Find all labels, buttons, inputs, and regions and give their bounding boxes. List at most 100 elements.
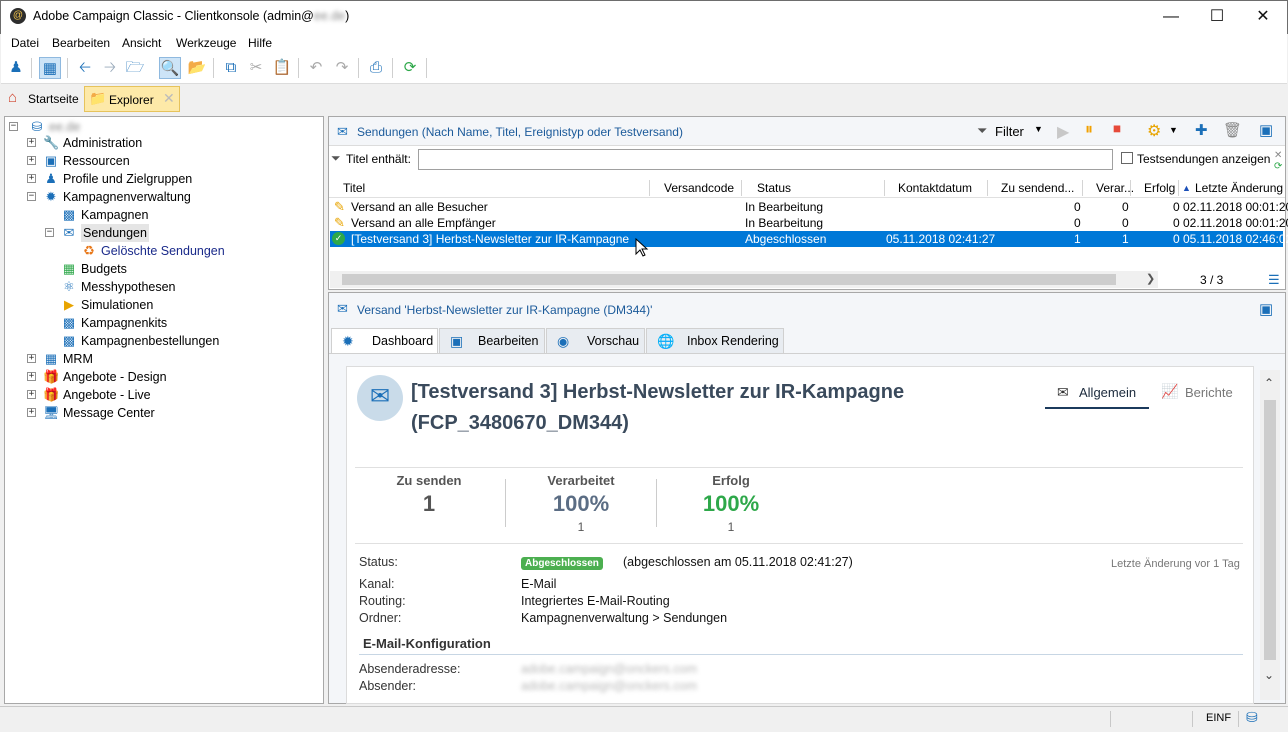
table-row[interactable]: ✎ Versand an alle Besucher In Bearbeitun… xyxy=(330,199,1288,215)
column-zu-senden[interactable]: Zu sendend... xyxy=(1001,180,1074,196)
view-berichte[interactable]: 📈 Berichte xyxy=(1159,381,1249,409)
search-preview-icon[interactable]: 🔍 xyxy=(159,57,181,79)
routing-label: Routing: xyxy=(359,594,406,608)
resources-icon: ▣ xyxy=(44,153,58,168)
column-verarbeitet[interactable]: Verar... xyxy=(1096,180,1134,196)
tab-startseite[interactable]: ⌂ Startseite xyxy=(4,86,82,112)
actions-dropdown-icon[interactable]: ▼ xyxy=(1169,125,1178,135)
kpi-divider xyxy=(656,479,657,527)
status-label: Status: xyxy=(359,555,398,569)
horizontal-scrollbar[interactable]: ❯ xyxy=(330,271,1158,288)
refresh-icon[interactable]: ⟳ xyxy=(399,57,421,79)
tab-startseite-label: Startseite xyxy=(28,92,79,106)
simulation-icon: ▶ xyxy=(64,297,74,312)
actions-gear-icon[interactable]: ⚙ xyxy=(1147,121,1161,141)
column-erfolg[interactable]: Erfolg xyxy=(1144,180,1175,196)
table-row[interactable]: ✎ Versand an alle Empfänger In Bearbeitu… xyxy=(330,215,1288,231)
redo-icon[interactable]: ↷ xyxy=(331,57,353,79)
open-folder-icon[interactable]: 📂 xyxy=(186,57,208,79)
refresh-filter-icon[interactable]: ⟳ xyxy=(1274,161,1282,172)
vertical-scrollbar[interactable]: ⌃ ⌄ xyxy=(1260,370,1280,700)
scroll-right-icon[interactable]: ❯ xyxy=(1146,272,1155,285)
mrm-icon: ▦ xyxy=(44,351,58,366)
tab-dashboard[interactable]: ✹ Dashboard xyxy=(331,328,438,353)
folder-up-icon[interactable]: 🗁 xyxy=(124,57,146,79)
sort-ascending-icon: ▲ xyxy=(1182,183,1191,193)
start-icon[interactable]: ▶ xyxy=(1057,122,1069,142)
tab-underline xyxy=(329,353,1285,354)
gift-icon: 🎁 xyxy=(43,369,60,384)
pause-icon[interactable]: ⏸ xyxy=(1085,121,1093,139)
envelope-icon: ✉ xyxy=(337,124,348,139)
edit-pencil-icon: ✎ xyxy=(334,215,345,230)
maximize-panel-icon[interactable]: ▣ xyxy=(1259,121,1273,139)
menu-ansicht[interactable]: Ansicht xyxy=(122,36,161,50)
column-status[interactable]: Status xyxy=(757,180,791,196)
envelope-icon: ✉ xyxy=(357,375,403,421)
back-arrow-icon[interactable]: 🡠 xyxy=(74,57,96,79)
scroll-up-icon[interactable]: ⌃ xyxy=(1264,376,1274,390)
paste-icon[interactable]: 📋 xyxy=(271,57,293,79)
list-menu-icon[interactable]: ☰ xyxy=(1268,272,1280,288)
folder-value: Kampagnenverwaltung > Sendungen xyxy=(521,611,728,625)
tab-explorer[interactable]: 📁 Explorer ✕ xyxy=(84,86,180,112)
detail-title: Versand 'Herbst-Newsletter zur IR-Kampag… xyxy=(357,303,653,317)
toolbar-separator xyxy=(67,58,68,78)
scrollbar-thumb[interactable] xyxy=(342,274,1116,285)
menu-bearbeiten[interactable]: Bearbeiten xyxy=(52,36,110,50)
cut-icon[interactable]: ✂ xyxy=(245,57,267,79)
menu-hilfe[interactable]: Hilfe xyxy=(248,36,272,50)
print-icon[interactable]: ⎙ xyxy=(365,57,387,79)
new-delivery-icon[interactable]: ✚ xyxy=(1195,121,1208,139)
undo-icon[interactable]: ↶ xyxy=(305,57,327,79)
tab-explorer-label: Explorer xyxy=(109,93,154,107)
database-icon: ⛁ xyxy=(31,119,43,134)
delivery-title: [Testversand 3] Herbst-Newsletter zur IR… xyxy=(411,381,905,403)
filter-icon: ⏷ xyxy=(977,123,988,138)
column-separator xyxy=(884,180,885,196)
column-separator xyxy=(1082,180,1083,196)
filter-button[interactable]: Filter xyxy=(995,124,1024,139)
forward-arrow-icon[interactable]: 🡢 xyxy=(99,57,121,79)
menu-werkzeuge[interactable]: Werkzeuge xyxy=(176,36,236,50)
table-row-selected[interactable]: ✓ [Testversand 3] Herbst-Newsletter zur … xyxy=(330,231,1288,247)
divider xyxy=(355,467,1243,468)
column-versandcode[interactable]: Versandcode xyxy=(664,180,734,196)
order-icon: ▩ xyxy=(62,333,76,348)
close-window-button[interactable]: ✕ xyxy=(1248,4,1278,30)
view-allgemein[interactable]: ✉ Allgemein xyxy=(1045,381,1149,409)
clear-filter-icon[interactable]: ✕ xyxy=(1274,150,1282,161)
column-letzte-aenderung[interactable]: Letzte Änderung xyxy=(1195,180,1283,196)
edit-pencil-icon: ✎ xyxy=(334,199,345,214)
column-titel[interactable]: Titel xyxy=(343,180,365,196)
kpi-to-send-label: Zu senden xyxy=(396,473,462,488)
navigation-tree: − ⛁ ee.de + 🔧 Administration + ▣ Ressour… xyxy=(4,116,324,704)
stop-icon[interactable]: ⏹ xyxy=(1113,121,1121,139)
status-text: (abgeschlossen am 05.11.2018 02:41:27) xyxy=(623,555,853,569)
column-kontaktdatum[interactable]: Kontaktdatum xyxy=(898,180,972,196)
title-filter-input[interactable] xyxy=(418,149,1113,170)
toolbar-separator xyxy=(31,58,32,78)
menu-datei[interactable]: Datei xyxy=(11,36,39,50)
sender-label: Absender: xyxy=(359,679,416,693)
maximize-panel-icon[interactable]: ▣ xyxy=(1259,300,1273,318)
filter-dropdown-icon[interactable]: ▼ xyxy=(1034,124,1043,134)
wrench-icon: 🔧 xyxy=(43,135,60,150)
scrollbar-thumb[interactable] xyxy=(1264,400,1276,660)
explorer-view-icon[interactable]: ▦ xyxy=(39,57,61,79)
globe-icon: 🌐 xyxy=(657,333,675,349)
show-tests-checkbox[interactable] xyxy=(1121,152,1133,164)
sender-value: adobe.campaign@onckers.com xyxy=(521,679,697,693)
minimize-button[interactable]: — xyxy=(1156,4,1186,30)
tab-inbox-rendering[interactable]: 🌐 Inbox Rendering xyxy=(646,328,784,353)
delete-icon[interactable]: 🗑 xyxy=(1223,121,1242,139)
close-tab-icon[interactable]: ✕ xyxy=(163,90,175,107)
tab-vorschau[interactable]: ◉ Vorschau xyxy=(546,328,645,353)
pager: 3 / 3 xyxy=(1200,273,1224,287)
user-login-icon[interactable]: ♟ xyxy=(5,57,27,79)
copy-icon[interactable]: ⧉ xyxy=(220,57,242,79)
status-badge: Abgeschlossen xyxy=(521,557,603,570)
scroll-down-icon[interactable]: ⌄ xyxy=(1264,668,1274,682)
maximize-button[interactable]: ☐ xyxy=(1202,4,1232,30)
tab-bearbeiten[interactable]: ▣ Bearbeiten xyxy=(439,328,545,353)
